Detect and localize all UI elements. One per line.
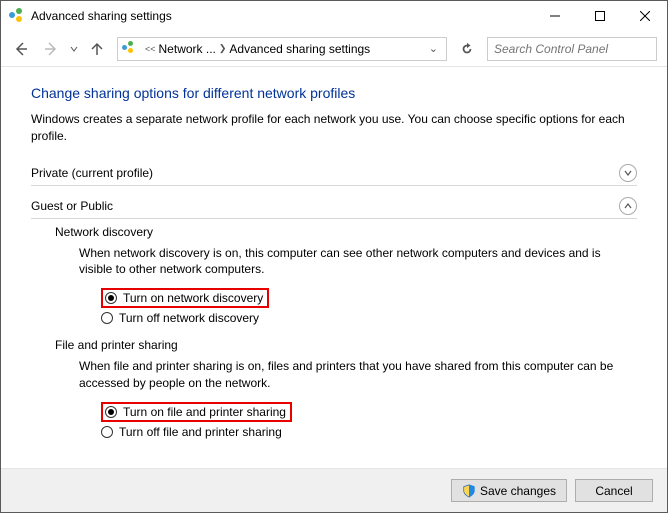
search-field[interactable] — [494, 42, 650, 56]
navigation-bar: << Network ... ❯ Advanced sharing settin… — [1, 31, 667, 67]
highlight-box: Turn on network discovery — [101, 288, 269, 308]
section-network-discovery: Network discovery When network discovery… — [31, 225, 637, 327]
highlight-box: Turn on file and printer sharing — [101, 402, 292, 422]
content-area: Change sharing options for different net… — [1, 67, 667, 468]
section-description: When file and printer sharing is on, fil… — [79, 358, 637, 392]
footer: Save changes Cancel — [1, 468, 667, 512]
section-file-printer-sharing: File and printer sharing When file and p… — [31, 338, 637, 440]
profile-label: Guest or Public — [31, 199, 619, 213]
section-title: Network discovery — [55, 225, 637, 239]
forward-button[interactable] — [37, 35, 65, 63]
save-changes-button[interactable]: Save changes — [451, 479, 567, 502]
button-label: Cancel — [595, 484, 632, 498]
close-button[interactable] — [622, 1, 667, 31]
titlebar: Advanced sharing settings — [1, 1, 667, 31]
radio-network-discovery-off[interactable] — [101, 312, 113, 324]
maximize-button[interactable] — [577, 1, 622, 31]
network-center-icon — [122, 41, 138, 57]
radio-label[interactable]: Turn off file and printer sharing — [119, 425, 282, 439]
refresh-button[interactable] — [453, 37, 481, 61]
radio-label[interactable]: Turn on network discovery — [123, 291, 263, 305]
collapse-icon[interactable] — [619, 197, 637, 215]
chevron-right-icon: << — [145, 44, 156, 54]
minimize-button[interactable] — [532, 1, 577, 31]
shield-icon — [462, 484, 476, 498]
window-title: Advanced sharing settings — [31, 9, 172, 23]
page-heading: Change sharing options for different net… — [31, 85, 637, 101]
profile-guest-public[interactable]: Guest or Public — [31, 192, 637, 219]
breadcrumb[interactable]: << Network ... ❯ Advanced sharing settin… — [117, 37, 447, 61]
radio-label[interactable]: Turn off network discovery — [119, 311, 259, 325]
page-description: Windows creates a separate network profi… — [31, 111, 637, 145]
section-description: When network discovery is on, this compu… — [79, 245, 637, 279]
up-button[interactable] — [83, 35, 111, 63]
radio-file-printer-off[interactable] — [101, 426, 113, 438]
breadcrumb-item[interactable]: Network ... — [159, 42, 216, 56]
search-input[interactable] — [487, 37, 657, 61]
chevron-right-icon: ❯ — [219, 43, 227, 54]
button-label: Save changes — [480, 484, 556, 498]
chevron-down-icon[interactable]: ⌄ — [425, 42, 442, 55]
radio-label[interactable]: Turn on file and printer sharing — [123, 405, 286, 419]
profile-private[interactable]: Private (current profile) — [31, 159, 637, 186]
radio-network-discovery-on[interactable] — [105, 292, 117, 304]
section-title: File and printer sharing — [55, 338, 637, 352]
cancel-button[interactable]: Cancel — [575, 479, 653, 502]
history-dropdown[interactable] — [67, 45, 81, 53]
profile-label: Private (current profile) — [31, 166, 619, 180]
radio-file-printer-on[interactable] — [105, 406, 117, 418]
back-button[interactable] — [7, 35, 35, 63]
expand-icon[interactable] — [619, 164, 637, 182]
breadcrumb-item[interactable]: Advanced sharing settings — [229, 42, 370, 56]
network-center-icon — [9, 8, 25, 24]
